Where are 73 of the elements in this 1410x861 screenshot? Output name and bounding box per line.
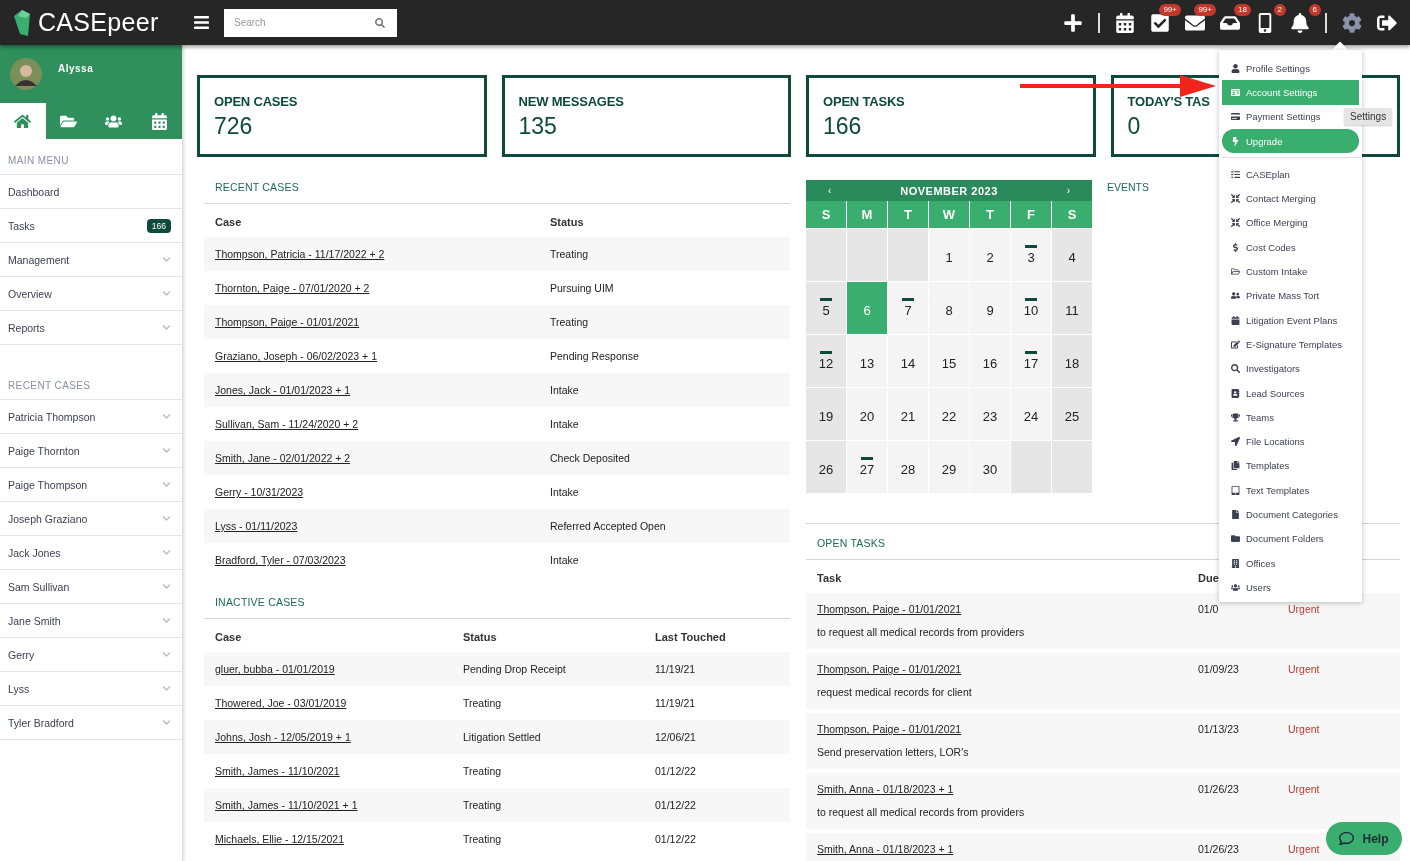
due-date: 01/13/23 bbox=[1198, 723, 1239, 735]
stat-title: OPEN TASKS bbox=[823, 94, 905, 109]
table-cell: Treating bbox=[452, 754, 644, 788]
weekday-label: T bbox=[970, 201, 1010, 228]
table-cell: Intake bbox=[539, 407, 790, 441]
weekday-label: M bbox=[847, 201, 887, 228]
stat-title: OPEN CASES bbox=[214, 94, 298, 109]
task-text: Send preservation letters, LOR's bbox=[817, 746, 969, 758]
priority-label: Urgent bbox=[1288, 783, 1320, 795]
table-cell: Pursuing UIM bbox=[539, 271, 790, 305]
stat-title: NEW MESSAGES bbox=[518, 94, 624, 109]
task-text: to request all medical records from providers bbox=[817, 626, 1025, 638]
table-cell: Referred Accepted Open bbox=[539, 509, 790, 543]
column-header: Status bbox=[452, 619, 644, 652]
task-text: request medical records for client bbox=[817, 686, 972, 698]
count-badge: 6 bbox=[1308, 3, 1321, 16]
table-cell: Pending Drop Receipt bbox=[452, 652, 644, 686]
section-title: EVENTS bbox=[1107, 180, 1149, 193]
count-badge: 166 bbox=[146, 218, 171, 233]
logo-text: CASEpeer bbox=[38, 8, 159, 37]
table-cell: 01/12/22 bbox=[644, 788, 790, 822]
weekday-label: W bbox=[929, 201, 969, 228]
section-label: MAIN MENU bbox=[0, 139, 182, 175]
stat-value: 0 bbox=[1127, 113, 1141, 140]
table-cell: Treating bbox=[452, 822, 644, 856]
column-header: Due bbox=[1198, 572, 1219, 584]
weekday-label: F bbox=[1011, 201, 1051, 228]
table-cell: Pending Response bbox=[539, 339, 790, 373]
tooltip: Settings bbox=[1344, 108, 1393, 125]
stat-value: 166 bbox=[823, 113, 862, 140]
table-cell: Intake bbox=[539, 543, 790, 577]
section-label: RECENT CASES bbox=[0, 364, 182, 400]
count-badge: 18 bbox=[1234, 3, 1251, 16]
table-cell: 01/12/22 bbox=[644, 822, 790, 856]
due-date: 01/09/23 bbox=[1198, 663, 1239, 675]
stat-value: 726 bbox=[214, 113, 253, 140]
due-date: 01/26/23 bbox=[1198, 843, 1239, 855]
count-badge: 2 bbox=[1273, 3, 1286, 16]
table-cell: Treating bbox=[539, 237, 790, 271]
column-header: Case bbox=[204, 204, 539, 237]
table-cell: Treating bbox=[452, 788, 644, 822]
column-header: Task bbox=[817, 572, 842, 584]
due-date: 01/0 bbox=[1198, 603, 1219, 615]
month-title: NOVEMBER 2023 bbox=[900, 184, 998, 197]
priority-label: Urgent bbox=[1288, 843, 1320, 855]
table-cell: 11/19/21 bbox=[644, 686, 790, 720]
user-name: Alyssa bbox=[58, 63, 94, 74]
count-badge: 99+ bbox=[1159, 3, 1181, 16]
column-header: Last Touched bbox=[644, 619, 790, 652]
table-cell: Check Deposited bbox=[539, 441, 790, 475]
table-cell: 11/19/21 bbox=[644, 652, 790, 686]
count-badge: 99+ bbox=[1194, 3, 1216, 16]
table-cell: Treating bbox=[452, 686, 644, 720]
column-header: Case bbox=[204, 619, 452, 652]
table-cell: 12/06/21 bbox=[644, 720, 790, 754]
column-header: Status bbox=[539, 204, 790, 237]
task-text: to request all medical records from providers bbox=[817, 806, 1025, 818]
table-cell: Litigation Settled bbox=[452, 720, 644, 754]
table-cell: Intake bbox=[539, 373, 790, 407]
priority-label: Urgent bbox=[1288, 723, 1320, 735]
priority-label: Urgent bbox=[1288, 603, 1320, 615]
table-cell: Treating bbox=[539, 305, 790, 339]
stat-value: 135 bbox=[518, 113, 557, 140]
section-title: RECENT CASES bbox=[204, 180, 790, 204]
weekday-label: T bbox=[888, 201, 928, 228]
priority-label: Urgent bbox=[1288, 663, 1320, 675]
table-cell: Intake bbox=[539, 475, 790, 509]
due-date: 01/26/23 bbox=[1198, 783, 1239, 795]
table-cell: 01/12/22 bbox=[644, 754, 790, 788]
section-title: INACTIVE CASES bbox=[204, 595, 790, 619]
stat-title: TODAY'S TAS bbox=[1127, 94, 1210, 109]
weekday-label: S bbox=[806, 201, 846, 228]
weekday-label: S bbox=[1052, 201, 1092, 228]
